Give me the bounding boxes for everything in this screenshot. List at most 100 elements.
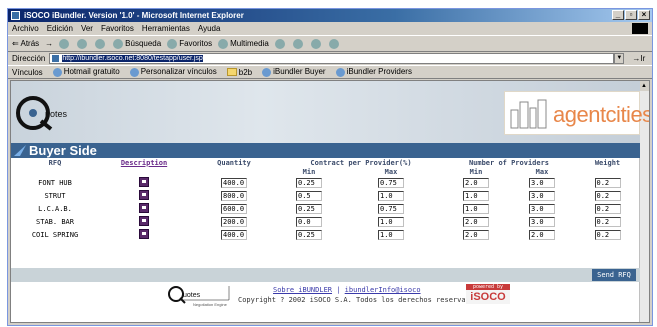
providers-max-input[interactable]: 3.0	[529, 216, 555, 227]
providers-max-input[interactable]: 3.0	[529, 177, 555, 188]
table-body: FONT HUB 400.0 0.25 0.75 2.0 3.0 0.2 STRUT 800.0…	[11, 176, 640, 241]
refresh-icon[interactable]	[77, 38, 88, 49]
edit-icon[interactable]	[328, 38, 339, 49]
multimedia-button[interactable]: Multimedia	[218, 38, 269, 49]
header-banner: uotes agentcities	[11, 81, 649, 143]
col-providers: Number of Providers	[468, 158, 550, 167]
link-label: iBundler Buyer	[273, 67, 326, 77]
providers-max-input[interactable]: 2.0	[529, 229, 555, 240]
providers-max-input[interactable]: 3.0	[529, 203, 555, 214]
contract-max-input[interactable]: 1.0	[378, 190, 404, 201]
description-icon[interactable]	[139, 202, 149, 213]
menu-edicion[interactable]: Edición	[47, 24, 73, 33]
contract-min-input[interactable]: 0.5	[296, 190, 322, 201]
link-b2b[interactable]: b2b	[226, 68, 252, 77]
send-rfq-button[interactable]: Send RFQ	[592, 269, 636, 281]
favorites-button[interactable]: Favoritos	[167, 38, 212, 49]
forward-icon[interactable]: →	[45, 39, 53, 48]
close-button[interactable]: ×	[638, 10, 650, 20]
section-title: Buyer Side	[29, 143, 97, 158]
weight-input[interactable]: 0.2	[594, 190, 621, 201]
print-icon[interactable]	[310, 38, 321, 49]
table-row: L.C.A.B. 600.0 0.25 0.75 1.0 3.0 0.2	[11, 202, 640, 215]
table-row: COIL SPRING 400.0 0.25 1.0 2.0 2.0 0.2	[11, 228, 640, 241]
providers-min-input[interactable]: 2.0	[463, 229, 489, 240]
providers-max-input[interactable]: 3.0	[529, 190, 555, 201]
ie-link-icon	[335, 67, 345, 77]
contract-min-input[interactable]: 0.25	[296, 229, 322, 240]
links-bar: Vínculos Hotmail gratuito Personalizar v…	[8, 65, 652, 79]
arrow-icon	[14, 145, 26, 156]
col-contract: Contract per Provider(%)	[310, 158, 412, 167]
link-hotmail[interactable]: Hotmail gratuito	[52, 67, 120, 77]
rfq-name: STAB. BAR	[36, 217, 74, 226]
page-content: ▲ uotes agentcities Buyer Side RFQ Descr…	[10, 80, 650, 323]
menu-ver[interactable]: Ver	[81, 24, 93, 33]
address-input[interactable]: http://ibundler.isoco.net:8080/testapp/u…	[49, 53, 615, 64]
address-dropdown[interactable]: ▼	[614, 53, 625, 64]
title-bar: iSOCO iBundler. Version '1.0' - Microsof…	[8, 9, 652, 22]
page-icon	[52, 55, 60, 62]
link-personalizar[interactable]: Personalizar vínculos	[129, 67, 217, 77]
rfq-name: STRUT	[44, 191, 66, 200]
menu-favoritos[interactable]: Favoritos	[101, 24, 134, 33]
quantity-input[interactable]: 200.0	[221, 216, 247, 227]
menu-ayuda[interactable]: Ayuda	[198, 24, 221, 33]
providers-min-input[interactable]: 1.0	[463, 203, 489, 214]
menu-archivo[interactable]: Archivo	[12, 24, 39, 33]
search-label: Búsqueda	[125, 38, 162, 48]
link-ibundler-buyer[interactable]: iBundler Buyer	[262, 67, 326, 77]
mail-icon[interactable]	[292, 38, 303, 49]
agentcities-logo: agentcities	[504, 91, 649, 135]
providers-min-input[interactable]: 2.0	[463, 177, 489, 188]
quantity-input[interactable]: 400.0	[221, 177, 247, 188]
weight-input[interactable]: 0.2	[594, 177, 621, 188]
link-label: Hotmail gratuito	[63, 67, 120, 77]
home-icon[interactable]	[95, 38, 106, 49]
quantity-input[interactable]: 400.0	[221, 229, 247, 240]
quantity-input[interactable]: 800.0	[221, 190, 247, 201]
rfq-name: L.C.A.B.	[38, 204, 72, 213]
weight-input[interactable]: 0.2	[594, 229, 621, 240]
minimize-button[interactable]: _	[612, 10, 624, 20]
search-button[interactable]: Búsqueda	[113, 38, 162, 49]
providers-min-input[interactable]: 1.0	[463, 190, 489, 201]
quantity-input[interactable]: 600.0	[221, 203, 247, 214]
search-icon	[113, 38, 124, 49]
weight-input[interactable]: 0.2	[594, 203, 621, 214]
footer-links: Sobre iBUNDLER | ibundlerInfo@isoco	[273, 286, 421, 294]
description-icon[interactable]	[139, 215, 149, 226]
scroll-up-icon[interactable]: ▲	[639, 81, 649, 91]
maximize-button[interactable]: ▫	[625, 10, 637, 20]
col-description[interactable]: Description	[99, 158, 189, 167]
svg-text:Negotiation Engine: Negotiation Engine	[193, 302, 228, 307]
quotes-small-logo-icon: uotes Negotiation Engine	[168, 286, 230, 307]
menu-herramientas[interactable]: Herramientas	[142, 24, 190, 33]
svg-text:uotes: uotes	[183, 292, 201, 299]
contract-min-input[interactable]: 0.25	[296, 177, 322, 188]
table-row: FONT HUB 400.0 0.25 0.75 2.0 3.0 0.2	[11, 176, 640, 189]
description-icon[interactable]	[139, 228, 149, 239]
email-link[interactable]: ibundlerInfo@isoco	[345, 286, 421, 294]
weight-input[interactable]: 0.2	[594, 216, 621, 227]
contract-max-input[interactable]: 0.75	[378, 177, 404, 188]
contract-min-input[interactable]: 0.25	[296, 203, 322, 214]
window-title: iSOCO iBundler. Version '1.0' - Microsof…	[24, 11, 244, 20]
back-button[interactable]: ⇐ Atrás	[12, 39, 39, 48]
link-ibundler-providers[interactable]: iBundler Providers	[335, 67, 412, 77]
isoco-name: iSOCO	[470, 291, 506, 303]
link-separator: |	[336, 286, 341, 294]
link-label: Personalizar vínculos	[140, 67, 217, 77]
col-providers-min: Min	[469, 167, 483, 176]
history-icon[interactable]	[274, 38, 285, 49]
contract-min-input[interactable]: 0.0	[296, 216, 322, 227]
contract-max-input[interactable]: 0.75	[378, 203, 404, 214]
contract-max-input[interactable]: 1.0	[378, 229, 404, 240]
about-link[interactable]: Sobre iBUNDLER	[273, 286, 332, 294]
contract-max-input[interactable]: 1.0	[378, 216, 404, 227]
stop-icon[interactable]	[59, 38, 70, 49]
go-button[interactable]: →Ir	[632, 54, 645, 63]
description-icon[interactable]	[139, 189, 149, 200]
description-icon[interactable]	[139, 176, 149, 187]
providers-min-input[interactable]: 2.0	[463, 216, 489, 227]
